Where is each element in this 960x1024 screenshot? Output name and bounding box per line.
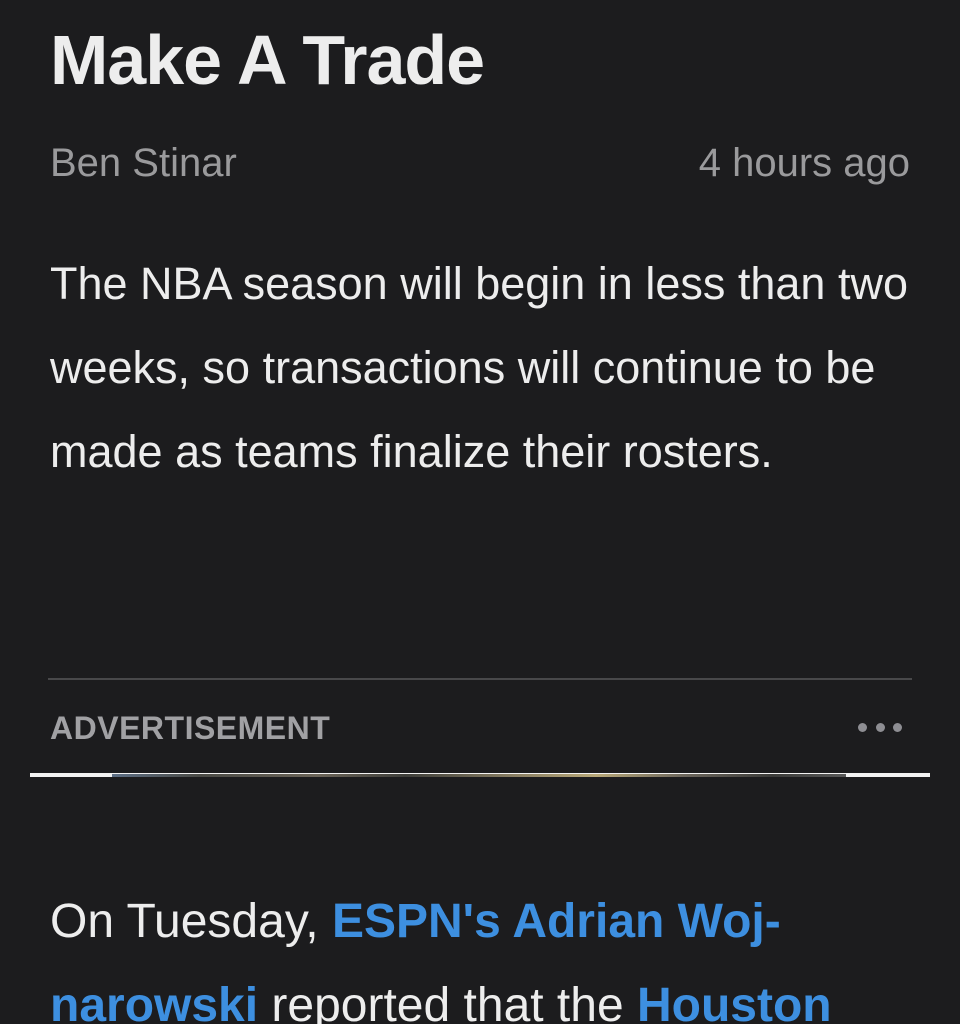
byline: Ben Stinar 4 hours ago [50,138,910,188]
advertisement-label: ADVERTISEMENT [50,710,331,746]
link-houston[interactable]: Houston [637,979,832,1024]
author-name[interactable]: Ben Stinar [50,138,237,188]
ellipsis-dot [893,722,902,732]
ellipsis-icon[interactable] [858,720,902,734]
body-text-segment: reported that the [258,979,637,1024]
divider [48,678,912,680]
article: Make A Trade Ben Stinar 4 hours ago The … [0,0,960,1024]
advertisement-image [112,774,846,777]
advertisement-banner[interactable] [30,773,930,777]
publish-time: 4 hours ago [698,141,910,185]
article-body-paragraph: On Tuesday, ESPN's Adrian Woj-narowski r… [50,880,930,1024]
advertisement-header: ADVERTISEMENT [50,706,910,750]
ellipsis-dot [875,722,885,732]
body-text-segment: On Tuesday, [50,895,332,948]
ellipsis-dot [858,722,867,732]
article-headline: Make A Trade [50,21,485,99]
article-intro: The NBA season will begin in less than t… [50,258,908,477]
